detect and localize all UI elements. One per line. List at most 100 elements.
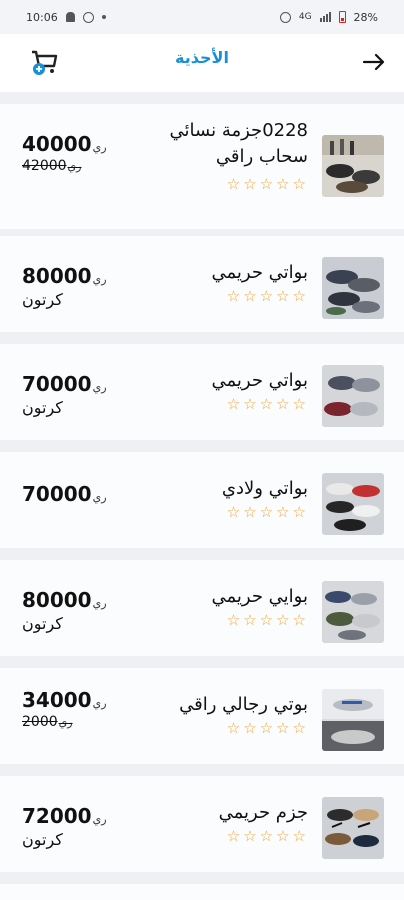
price-box: 40000ري ري42000 [22, 132, 107, 174]
product-unit: كرتون [22, 830, 63, 849]
star-icon: ☆ [243, 175, 257, 193]
star-icon: ☆ [243, 719, 257, 737]
product-unit: كرتون [22, 614, 63, 633]
battery-level: 28% [353, 10, 378, 24]
currency-label: ري [92, 273, 107, 286]
status-right: 4G 28% [279, 10, 378, 24]
product-price: 80000 [22, 264, 92, 288]
star-icon: ☆ [292, 611, 306, 629]
star-icon: ☆ [243, 395, 257, 413]
product-rating: ☆ ☆ ☆ ☆ ☆ [227, 612, 306, 628]
product-unit: كرتون [22, 290, 63, 309]
price-box: 34000ري ري2000 [22, 688, 107, 730]
product-card[interactable]: بواتي ولادي ☆ ☆ ☆ ☆ ☆ 70000ري [0, 452, 404, 548]
product-name: جزم حريمي [218, 802, 308, 823]
back-button[interactable] [358, 46, 390, 78]
price-box: 80000ري كرتون [22, 588, 107, 633]
signal-icon [319, 12, 331, 22]
star-icon: ☆ [243, 827, 257, 845]
product-card[interactable]: بوتي رجالي راقي ☆ ☆ ☆ ☆ ☆ 34000ري ري2000 [0, 668, 404, 764]
status-time: 10:06 [26, 10, 58, 24]
battery-icon [338, 11, 346, 23]
product-name: بوتي رجالي راقي [179, 694, 308, 715]
star-icon: ☆ [259, 175, 274, 193]
product-name: بواتي حريمي [211, 370, 308, 391]
product-image [322, 797, 384, 859]
star-icon: ☆ [292, 175, 306, 193]
currency-label: ري [92, 141, 107, 154]
star-icon: ☆ [226, 827, 241, 845]
currency-label: ري [92, 491, 107, 504]
star-icon: ☆ [276, 827, 290, 845]
price-box: 72000ري كرتون [22, 804, 107, 849]
product-rating: ☆ ☆ ☆ ☆ ☆ [227, 396, 306, 412]
star-icon: ☆ [226, 611, 241, 629]
notification-bell-icon [65, 12, 75, 22]
alarm-icon [279, 11, 291, 23]
product-card-partial[interactable] [0, 884, 404, 900]
product-name: بوايي حريمي [211, 586, 308, 607]
star-icon: ☆ [226, 175, 241, 193]
star-icon: ☆ [243, 611, 257, 629]
product-rating: ☆ ☆ ☆ ☆ ☆ [227, 176, 306, 192]
product-rating: ☆ ☆ ☆ ☆ ☆ [227, 504, 306, 520]
star-icon: ☆ [243, 503, 257, 521]
currency-label: ري [92, 597, 107, 610]
product-price: 34000 [22, 688, 92, 712]
star-icon: ☆ [276, 287, 290, 305]
product-price: 40000 [22, 132, 92, 156]
app-bar: الأحذية [0, 34, 404, 92]
price-box: 70000ري كرتون [22, 372, 107, 417]
currency-label: ري [92, 381, 107, 394]
currency-label: ري [67, 160, 82, 173]
product-image [322, 473, 384, 535]
product-price: 80000 [22, 588, 92, 612]
product-price: 72000 [22, 804, 92, 828]
product-old-price-row: ري2000 [22, 714, 107, 730]
page-title: الأحذية [175, 48, 229, 67]
product-name: بواتي حريمي [211, 262, 308, 283]
product-rating: ☆ ☆ ☆ ☆ ☆ [227, 288, 306, 304]
star-icon: ☆ [292, 503, 306, 521]
product-card[interactable]: بواتي حريمي ☆ ☆ ☆ ☆ ☆ 80000ري كرتون [0, 236, 404, 332]
product-name: بواتي ولادي [221, 478, 308, 499]
price-box: 80000ري كرتون [22, 264, 107, 309]
currency-label: ري [58, 716, 73, 729]
star-icon: ☆ [226, 719, 241, 737]
product-image [322, 689, 384, 751]
price-box: 70000ري [22, 482, 107, 506]
product-image [322, 581, 384, 643]
product-old-price-row: ري42000 [22, 158, 107, 174]
star-icon: ☆ [292, 719, 306, 737]
star-icon: ☆ [276, 719, 290, 737]
star-icon: ☆ [292, 395, 306, 413]
product-price: 70000 [22, 372, 92, 396]
product-card[interactable]: بوايي حريمي ☆ ☆ ☆ ☆ ☆ 80000ري كرتون [0, 560, 404, 656]
star-icon: ☆ [292, 827, 306, 845]
product-card[interactable]: جزم حريمي ☆ ☆ ☆ ☆ ☆ 72000ري كرتون [0, 776, 404, 872]
star-icon: ☆ [259, 611, 274, 629]
star-icon: ☆ [276, 175, 290, 193]
star-icon: ☆ [259, 503, 274, 521]
currency-label: ري [92, 697, 107, 710]
product-image [322, 365, 384, 427]
status-bar: 10:06 4G 28% [0, 0, 404, 34]
product-card[interactable]: بواتي حريمي ☆ ☆ ☆ ☆ ☆ 70000ري كرتون [0, 344, 404, 440]
star-icon: ☆ [259, 287, 274, 305]
notification-app-icon [82, 11, 94, 23]
product-card[interactable]: 0228جزمة نسائي سحاب راقي ☆ ☆ ☆ ☆ ☆ 40000ري ر… [0, 104, 404, 229]
star-icon: ☆ [259, 395, 274, 413]
arrow-right-icon [362, 53, 385, 71]
status-left: 10:06 [26, 11, 106, 24]
star-icon: ☆ [259, 719, 274, 737]
currency-label: ري [92, 813, 107, 826]
product-rating: ☆ ☆ ☆ ☆ ☆ [227, 720, 306, 736]
product-old-price: 42000 [22, 158, 67, 174]
network-type: 4G [298, 12, 312, 22]
product-image [322, 257, 384, 319]
star-icon: ☆ [243, 287, 257, 305]
star-icon: ☆ [259, 827, 274, 845]
product-rating: ☆ ☆ ☆ ☆ ☆ [227, 828, 306, 844]
star-icon: ☆ [276, 395, 290, 413]
star-icon: ☆ [276, 503, 290, 521]
